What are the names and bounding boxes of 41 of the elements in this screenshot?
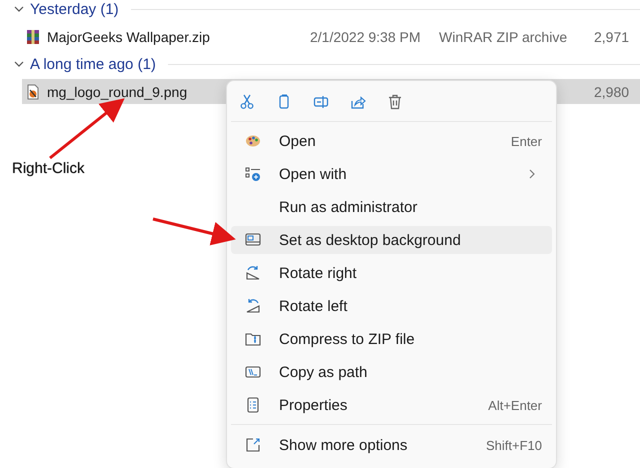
file-name: MajorGeeks Wallpaper.zip	[47, 28, 210, 44]
cut-icon[interactable]	[239, 94, 255, 110]
open-with-icon	[245, 166, 261, 182]
rotate-right-icon	[245, 265, 261, 281]
shortcut-text: Shift+F10	[486, 438, 542, 452]
chevron-right-icon	[528, 169, 536, 179]
menu-item[interactable]: Set as desktop background	[231, 226, 552, 254]
image-file-icon	[25, 84, 41, 100]
show-more-icon	[245, 437, 261, 453]
date-modified: 2/1/2022 9:38 PM	[310, 28, 421, 44]
chevron-icon[interactable]	[14, 59, 24, 69]
menu-item[interactable]: Compress to ZIP file	[231, 325, 552, 353]
copy-path-icon	[245, 364, 261, 380]
properties-icon	[245, 397, 261, 413]
file-size: 2,980	[594, 84, 630, 100]
file-type: WinRAR ZIP archive	[439, 28, 568, 44]
menu-item[interactable]: Rotate right	[231, 259, 552, 287]
annotation-label: Right-Click	[12, 160, 85, 177]
zip-folder-icon	[245, 331, 261, 347]
menu-item[interactable]: Run as administrator	[231, 193, 552, 221]
rename-icon[interactable]	[313, 94, 329, 110]
delete-icon[interactable]	[387, 94, 403, 110]
archive-icon	[25, 28, 41, 44]
shortcut-text: Alt+Enter	[488, 398, 542, 412]
share-icon[interactable]	[350, 94, 366, 110]
file-name: mg_logo_round_9.png	[47, 84, 188, 100]
file-size: 2,971	[594, 28, 630, 44]
file-row[interactable]: MajorGeeks Wallpaper.zip 2/1/2022 9:38 PM WinRAR ZIP archive 2,971	[22, 24, 640, 49]
desktop-background-icon	[245, 232, 261, 248]
menu-item[interactable]: Open with	[231, 160, 552, 188]
menu-item[interactable]: Copy as path	[231, 358, 552, 386]
group-header[interactable]: A long time ago (1)	[30, 56, 156, 72]
shortcut-text: Enter	[510, 134, 542, 148]
menu-item[interactable]: Open Enter	[231, 127, 552, 155]
group-header[interactable]: Yesterday (1)	[30, 0, 119, 18]
chevron-icon[interactable]	[14, 4, 24, 14]
menu-item[interactable]: Properties Alt+Enter	[231, 391, 552, 419]
rotate-left-icon	[245, 298, 261, 314]
palette-icon	[245, 133, 261, 149]
menu-item[interactable]: Show more options Shift+F10	[231, 424, 552, 459]
menu-item[interactable]: Rotate left	[231, 292, 552, 320]
